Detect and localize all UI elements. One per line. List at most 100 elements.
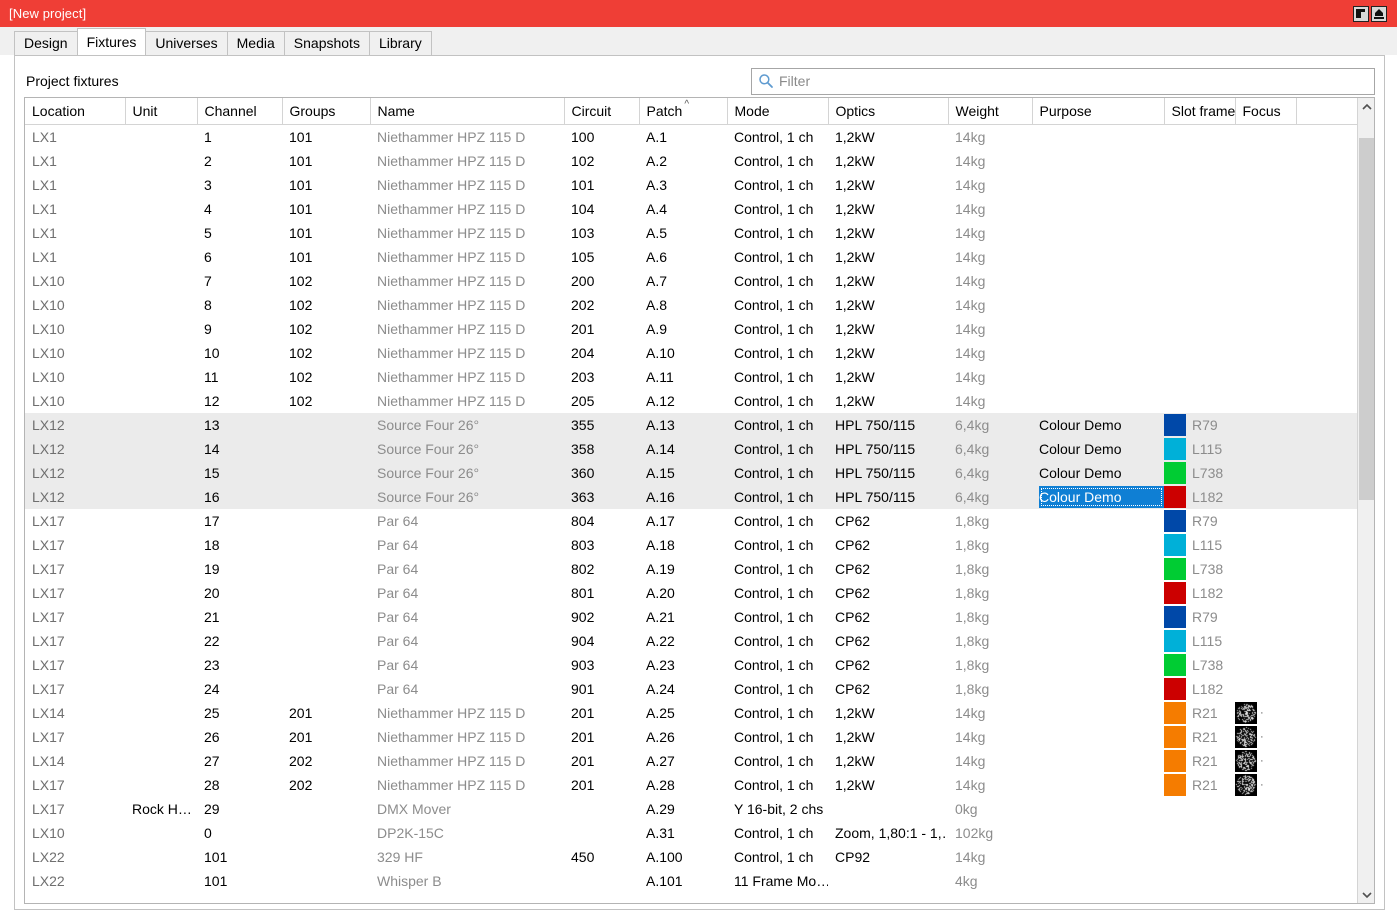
cell-optics[interactable]: 1,2kW [828, 365, 948, 389]
cell-groups[interactable]: 101 [282, 221, 370, 245]
cell-unit[interactable] [125, 509, 197, 533]
cell-focus[interactable] [1235, 845, 1296, 869]
cell-focus[interactable] [1235, 341, 1296, 365]
column-header-groups[interactable]: Groups [282, 98, 371, 125]
cell-channel[interactable]: 22 [197, 629, 282, 653]
cell-unit[interactable] [125, 413, 197, 437]
cell-weight[interactable]: 14kg [948, 389, 1032, 413]
cell-mode[interactable]: Control, 1 ch [727, 773, 828, 797]
cell-optics[interactable]: CP92 [828, 845, 948, 869]
cell-slot-frames[interactable] [1164, 869, 1235, 893]
cell-unit[interactable] [125, 461, 197, 485]
cell-circuit[interactable]: 201 [564, 317, 639, 341]
cell-patch[interactable]: A.23 [639, 653, 727, 677]
cell-groups[interactable] [282, 461, 370, 485]
cell-slot-frames[interactable] [1164, 797, 1235, 821]
cell-groups[interactable]: 202 [282, 773, 370, 797]
table-row[interactable]: LX1 5 101 Niethammer HPZ 115 D 103 A.5 Control… [25, 221, 1357, 245]
cell-mode[interactable]: Control, 1 ch [727, 533, 828, 557]
scroll-up-button[interactable] [1358, 98, 1374, 115]
cell-purpose[interactable] [1032, 773, 1164, 797]
table-row[interactable]: LX10 0 DP2K-15C A.31 Control, 1 ch Zoom, 1,80… [25, 821, 1357, 845]
cell-unit[interactable] [125, 293, 197, 317]
cell-location[interactable]: LX10 [25, 341, 125, 365]
table-row[interactable]: LX17 21 Par 64 902 A.21 Control, 1 ch CP62 1,8k… [25, 605, 1357, 629]
cell-name[interactable]: Niethammer HPZ 115 D [370, 293, 564, 317]
cell-location[interactable]: LX12 [25, 413, 125, 437]
cell-unit[interactable] [125, 365, 197, 389]
table-row[interactable]: LX17 Rock H… 29 DMX Mover A.29 Y 16-bit, 2 ch… [25, 797, 1357, 821]
cell-optics[interactable]: 1,2kW [828, 245, 948, 269]
cell-purpose[interactable] [1032, 389, 1164, 413]
cell-focus[interactable] [1235, 389, 1296, 413]
cell-unit[interactable] [125, 605, 197, 629]
cell-circuit[interactable]: 201 [564, 749, 639, 773]
cell-unit[interactable] [125, 149, 197, 173]
cell-slot-frames[interactable] [1164, 125, 1235, 150]
cell-mode[interactable]: Control, 1 ch [727, 221, 828, 245]
cell-slot-frames[interactable]: R79 [1164, 413, 1235, 437]
cell-patch[interactable]: A.3 [639, 173, 727, 197]
cell-slot-frames[interactable]: R21 [1164, 725, 1235, 749]
column-header-focus[interactable]: Focus [1235, 98, 1297, 125]
cell-optics[interactable]: 1,2kW [828, 701, 948, 725]
cell-weight[interactable]: 14kg [948, 269, 1032, 293]
cell-focus[interactable] [1235, 125, 1296, 150]
cell-purpose[interactable] [1032, 605, 1164, 629]
cell-location[interactable]: LX17 [25, 653, 125, 677]
table-row[interactable]: LX12 15 Source Four 26° 360 A.15 Control, 1 c… [25, 461, 1357, 485]
cell-patch[interactable]: A.13 [639, 413, 727, 437]
cell-weight[interactable]: 1,8kg [948, 557, 1032, 581]
cell-mode[interactable]: Control, 1 ch [727, 437, 828, 461]
cell-mode[interactable]: Control, 1 ch [727, 293, 828, 317]
cell-circuit[interactable]: 903 [564, 653, 639, 677]
cell-groups[interactable] [282, 869, 370, 893]
column-header-purpose[interactable]: Purpose [1032, 98, 1165, 125]
tab-design[interactable]: Design [14, 31, 78, 55]
cell-optics[interactable]: Zoom, 1,80:1 - 1,… [828, 821, 948, 845]
cell-mode[interactable]: Control, 1 ch [727, 461, 828, 485]
cell-name[interactable]: Niethammer HPZ 115 D [370, 365, 564, 389]
cell-purpose[interactable] [1032, 365, 1164, 389]
cell-circuit[interactable]: 201 [564, 701, 639, 725]
cell-groups[interactable] [282, 797, 370, 821]
scrollbar-thumb[interactable] [1359, 138, 1374, 501]
cell-groups[interactable] [282, 629, 370, 653]
cell-mode[interactable]: Control, 1 ch [727, 149, 828, 173]
cell-unit[interactable]: Rock H… [125, 797, 197, 821]
cell-circuit[interactable]: 101 [564, 173, 639, 197]
cell-weight[interactable]: 1,8kg [948, 605, 1032, 629]
cell-patch[interactable]: A.28 [639, 773, 727, 797]
cell-slot-frames[interactable] [1164, 365, 1235, 389]
cell-patch[interactable]: A.1 [639, 125, 727, 150]
cell-focus[interactable] [1235, 221, 1296, 245]
cell-channel[interactable]: 24 [197, 677, 282, 701]
table-row[interactable]: LX17 23 Par 64 903 A.23 Control, 1 ch CP62 1,8k… [25, 653, 1357, 677]
cell-groups[interactable]: 102 [282, 269, 370, 293]
cell-name[interactable]: DP2K-15C [370, 821, 564, 845]
cell-purpose[interactable]: Colour Demo [1032, 437, 1164, 461]
table-row[interactable]: LX17 19 Par 64 802 A.19 Control, 1 ch CP62 1,8k… [25, 557, 1357, 581]
column-header-name[interactable]: Name [370, 98, 565, 125]
cell-location[interactable]: LX12 [25, 437, 125, 461]
table-row[interactable]: LX17 24 Par 64 901 A.24 Control, 1 ch CP62 1,8k… [25, 677, 1357, 701]
cell-location[interactable]: LX1 [25, 125, 125, 150]
column-header-circuit[interactable]: Circuit [564, 98, 640, 125]
tab-media[interactable]: Media [226, 31, 285, 55]
cell-location[interactable]: LX17 [25, 509, 125, 533]
cell-channel[interactable]: 1 [197, 125, 282, 150]
cell-groups[interactable]: 101 [282, 197, 370, 221]
cell-channel[interactable]: 16 [197, 485, 282, 509]
cell-weight[interactable]: 14kg [948, 245, 1032, 269]
cell-channel[interactable]: 0 [197, 821, 282, 845]
tab-library[interactable]: Library [368, 31, 432, 55]
cell-optics[interactable]: CP62 [828, 581, 948, 605]
cell-groups[interactable]: 202 [282, 749, 370, 773]
cell-mode[interactable]: Control, 1 ch [727, 197, 828, 221]
cell-channel[interactable]: 4 [197, 197, 282, 221]
cell-groups[interactable]: 102 [282, 365, 370, 389]
cell-groups[interactable] [282, 509, 370, 533]
cell-slot-frames[interactable]: L738 [1164, 557, 1235, 581]
cell-channel[interactable]: 17 [197, 509, 282, 533]
cell-channel[interactable]: 5 [197, 221, 282, 245]
